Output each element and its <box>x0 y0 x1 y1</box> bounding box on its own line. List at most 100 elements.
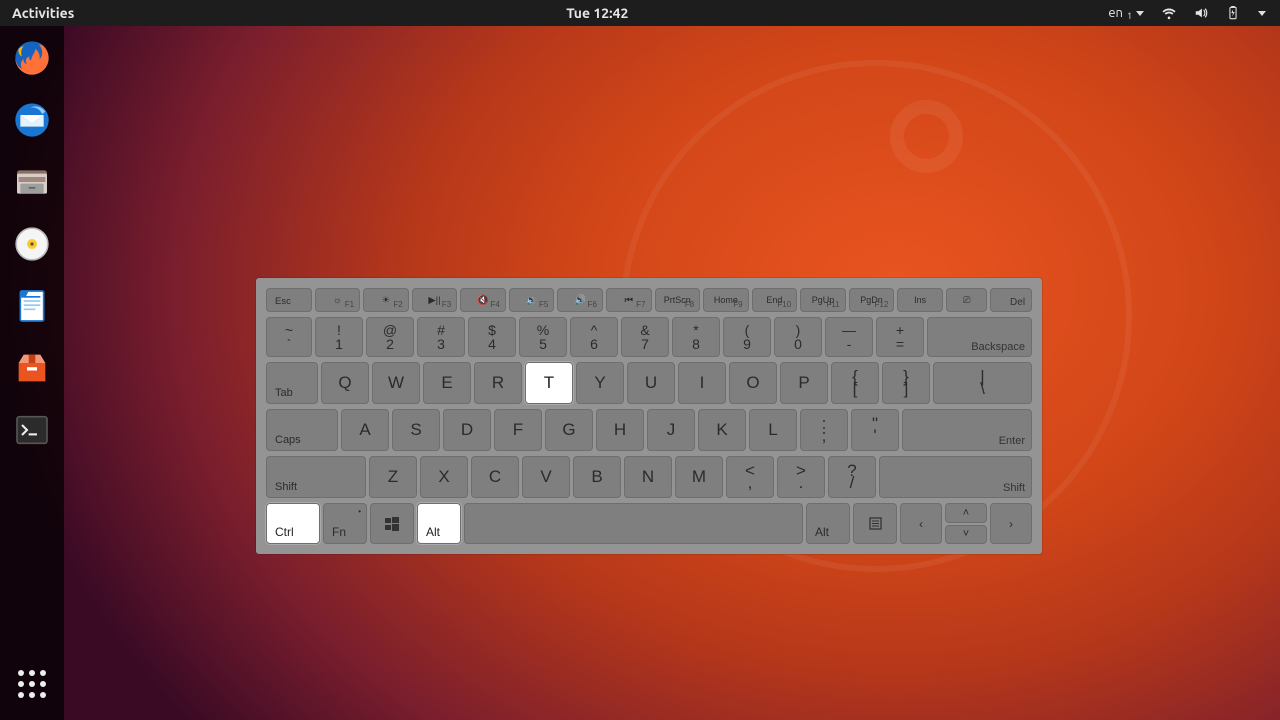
key-f1[interactable]: ☼F1 <box>315 288 361 312</box>
launcher-terminal[interactable] <box>10 408 54 452</box>
key-alt-left[interactable]: Alt <box>417 503 461 544</box>
key-ctrl-left[interactable]: Ctrl <box>266 503 320 544</box>
key-shift-left[interactable]: Shift <box>266 456 366 498</box>
key-arrow-right[interactable]: › <box>990 503 1032 544</box>
show-applications-button[interactable] <box>18 670 46 698</box>
key-w[interactable]: W <box>372 362 420 404</box>
activities-button[interactable]: Activities <box>0 5 86 21</box>
key-g[interactable]: G <box>545 409 593 451</box>
key-quote[interactable]: "' <box>851 409 899 451</box>
key-home[interactable]: HomeF9 <box>703 288 749 312</box>
key-bracket-right[interactable]: }] <box>882 362 930 404</box>
key-prtscn[interactable]: PrtScnF8 <box>655 288 701 312</box>
input-lang-label: en <box>1108 6 1123 20</box>
key-q[interactable]: Q <box>321 362 369 404</box>
battery-icon[interactable] <box>1226 6 1240 20</box>
clock[interactable]: Tue 12:42 <box>556 5 638 21</box>
launcher-files[interactable] <box>10 160 54 204</box>
key-f5[interactable]: 🔉F5 <box>509 288 555 312</box>
input-sub-label: 1 <box>1127 11 1132 21</box>
key-h[interactable]: H <box>596 409 644 451</box>
volume-icon[interactable] <box>1194 6 1208 20</box>
launcher-writer[interactable] <box>10 284 54 328</box>
key-7[interactable]: &7 <box>621 317 669 357</box>
ctrl-row: Ctrl Fn• Alt Alt ‹ ˄ ˅ › <box>266 503 1032 544</box>
key-f6[interactable]: 🔊F6 <box>557 288 603 312</box>
key-9[interactable]: (9 <box>723 317 771 357</box>
key-backspace[interactable]: Backspace <box>927 317 1032 357</box>
key-t[interactable]: T <box>525 362 573 404</box>
key-8[interactable]: *8 <box>672 317 720 357</box>
key-4[interactable]: $4 <box>468 317 516 357</box>
launcher-rhythmbox[interactable] <box>10 222 54 266</box>
launcher-thunderbird[interactable] <box>10 98 54 142</box>
key-6[interactable]: ^6 <box>570 317 618 357</box>
key-shift-right[interactable]: Shift <box>879 456 1032 498</box>
key-l[interactable]: L <box>749 409 797 451</box>
key-s[interactable]: S <box>392 409 440 451</box>
key-minus[interactable]: —- <box>825 317 873 357</box>
key-o[interactable]: O <box>729 362 777 404</box>
key-bracket-left[interactable]: {[ <box>831 362 879 404</box>
key-3[interactable]: #3 <box>417 317 465 357</box>
key-backslash[interactable]: |\ <box>933 362 1032 404</box>
key-period[interactable]: >. <box>777 456 825 498</box>
input-source-indicator[interactable]: en 1 <box>1108 6 1144 20</box>
key-pgup[interactable]: PgUpF11 <box>800 288 846 312</box>
key-2[interactable]: @2 <box>366 317 414 357</box>
chevron-right-icon: › <box>1009 517 1013 531</box>
key-esc[interactable]: Esc <box>266 288 312 312</box>
key-end[interactable]: EndF10 <box>752 288 798 312</box>
key-backtick[interactable]: ~` <box>266 317 312 357</box>
launcher-software[interactable] <box>10 346 54 390</box>
key-5[interactable]: %5 <box>519 317 567 357</box>
key-project[interactable]: ⎚ <box>946 288 988 312</box>
key-fn[interactable]: Fn• <box>323 503 367 544</box>
key-comma[interactable]: <, <box>726 456 774 498</box>
key-ins[interactable]: Ins <box>897 288 943 312</box>
key-v[interactable]: V <box>522 456 570 498</box>
key-0[interactable]: )0 <box>774 317 822 357</box>
key-r[interactable]: R <box>474 362 522 404</box>
asdf-row: Caps A S D F G H J K L :; "' Enter <box>266 409 1032 451</box>
key-p[interactable]: P <box>780 362 828 404</box>
key-slash[interactable]: ?/ <box>828 456 876 498</box>
key-arrow-up[interactable]: ˄ <box>945 503 987 523</box>
key-capslock[interactable]: Caps <box>266 409 338 451</box>
key-a[interactable]: A <box>341 409 389 451</box>
key-k[interactable]: K <box>698 409 746 451</box>
key-1[interactable]: !1 <box>315 317 363 357</box>
key-f2[interactable]: ☀F2 <box>363 288 409 312</box>
key-j[interactable]: J <box>647 409 695 451</box>
key-b[interactable]: B <box>573 456 621 498</box>
key-f3[interactable]: ▶||F3 <box>412 288 458 312</box>
system-menu-chevron[interactable] <box>1258 11 1266 16</box>
network-icon[interactable] <box>1162 6 1176 20</box>
key-menu[interactable] <box>853 503 897 544</box>
key-c[interactable]: C <box>471 456 519 498</box>
key-i[interactable]: I <box>678 362 726 404</box>
key-super[interactable] <box>370 503 414 544</box>
key-e[interactable]: E <box>423 362 471 404</box>
key-y[interactable]: Y <box>576 362 624 404</box>
key-tab[interactable]: Tab <box>266 362 318 404</box>
key-semicolon[interactable]: :; <box>800 409 848 451</box>
key-space[interactable] <box>464 503 803 544</box>
key-f4[interactable]: 🔇F4 <box>460 288 506 312</box>
key-equals[interactable]: += <box>876 317 924 357</box>
key-enter[interactable]: Enter <box>902 409 1032 451</box>
key-m[interactable]: M <box>675 456 723 498</box>
key-x[interactable]: X <box>420 456 468 498</box>
key-f7[interactable]: ⏮F7 <box>606 288 652 312</box>
key-alt-right[interactable]: Alt <box>806 503 850 544</box>
key-arrow-left[interactable]: ‹ <box>900 503 942 544</box>
key-arrow-down[interactable]: ˅ <box>945 525 987 545</box>
key-d[interactable]: D <box>443 409 491 451</box>
key-del[interactable]: Del <box>990 288 1032 312</box>
key-pgdn[interactable]: PgDnF12 <box>849 288 895 312</box>
key-n[interactable]: N <box>624 456 672 498</box>
key-f[interactable]: F <box>494 409 542 451</box>
key-u[interactable]: U <box>627 362 675 404</box>
key-z[interactable]: Z <box>369 456 417 498</box>
launcher-firefox[interactable] <box>10 36 54 80</box>
